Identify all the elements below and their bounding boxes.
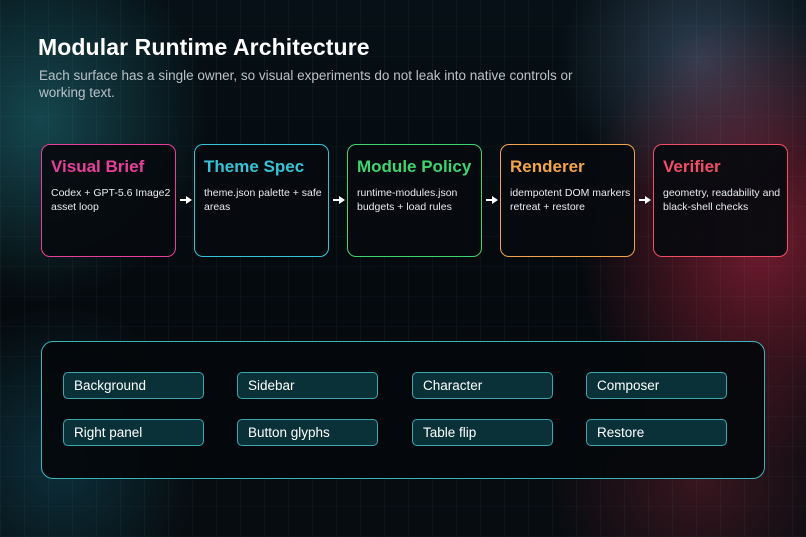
module-chip-table-flip: Table flip [412, 419, 553, 446]
step-title: Verifier [663, 157, 721, 176]
arrow-right-icon [486, 195, 498, 205]
step-verifier: Verifier geometry, readability and black… [653, 144, 788, 257]
page-title: Modular Runtime Architecture [38, 34, 370, 60]
step-title: Theme Spec [204, 157, 305, 176]
module-chip-sidebar: Sidebar [237, 372, 378, 399]
step-theme-spec: Theme Spec theme.json palette + safe are… [194, 144, 329, 257]
arrow-right-icon [639, 195, 651, 205]
step-description: runtime-modules.json budgets + load rule… [357, 187, 458, 213]
page-subtitle: Each surface has a single owner, so visu… [39, 68, 573, 100]
modules-panel: Background Sidebar Character Composer Ri… [41, 341, 765, 479]
module-chip-composer: Composer [586, 372, 727, 399]
step-description: geometry, readability and black-shell ch… [663, 187, 781, 213]
step-description: theme.json palette + safe areas [204, 187, 322, 213]
module-chip-right-panel: Right panel [63, 419, 204, 446]
step-title: Module Policy [357, 157, 472, 176]
step-description: idempotent DOM markers retreat + restore [510, 187, 631, 213]
module-chip-character: Character [412, 372, 553, 399]
module-chip-button-glyphs: Button glyphs [237, 419, 378, 446]
step-description: Codex + GPT-5.6 Image2 asset loop [51, 187, 171, 213]
step-visual-brief: Visual Brief Codex + GPT-5.6 Image2 asse… [41, 144, 176, 257]
arrow-right-icon [180, 195, 192, 205]
arrow-right-icon [333, 195, 345, 205]
module-chip-restore: Restore [586, 419, 727, 446]
module-chip-background: Background [63, 372, 204, 399]
step-module-policy: Module Policy runtime-modules.json budge… [347, 144, 482, 257]
step-title: Renderer [510, 157, 585, 176]
step-renderer: Renderer idempotent DOM markers retreat … [500, 144, 635, 257]
step-title: Visual Brief [51, 157, 145, 176]
